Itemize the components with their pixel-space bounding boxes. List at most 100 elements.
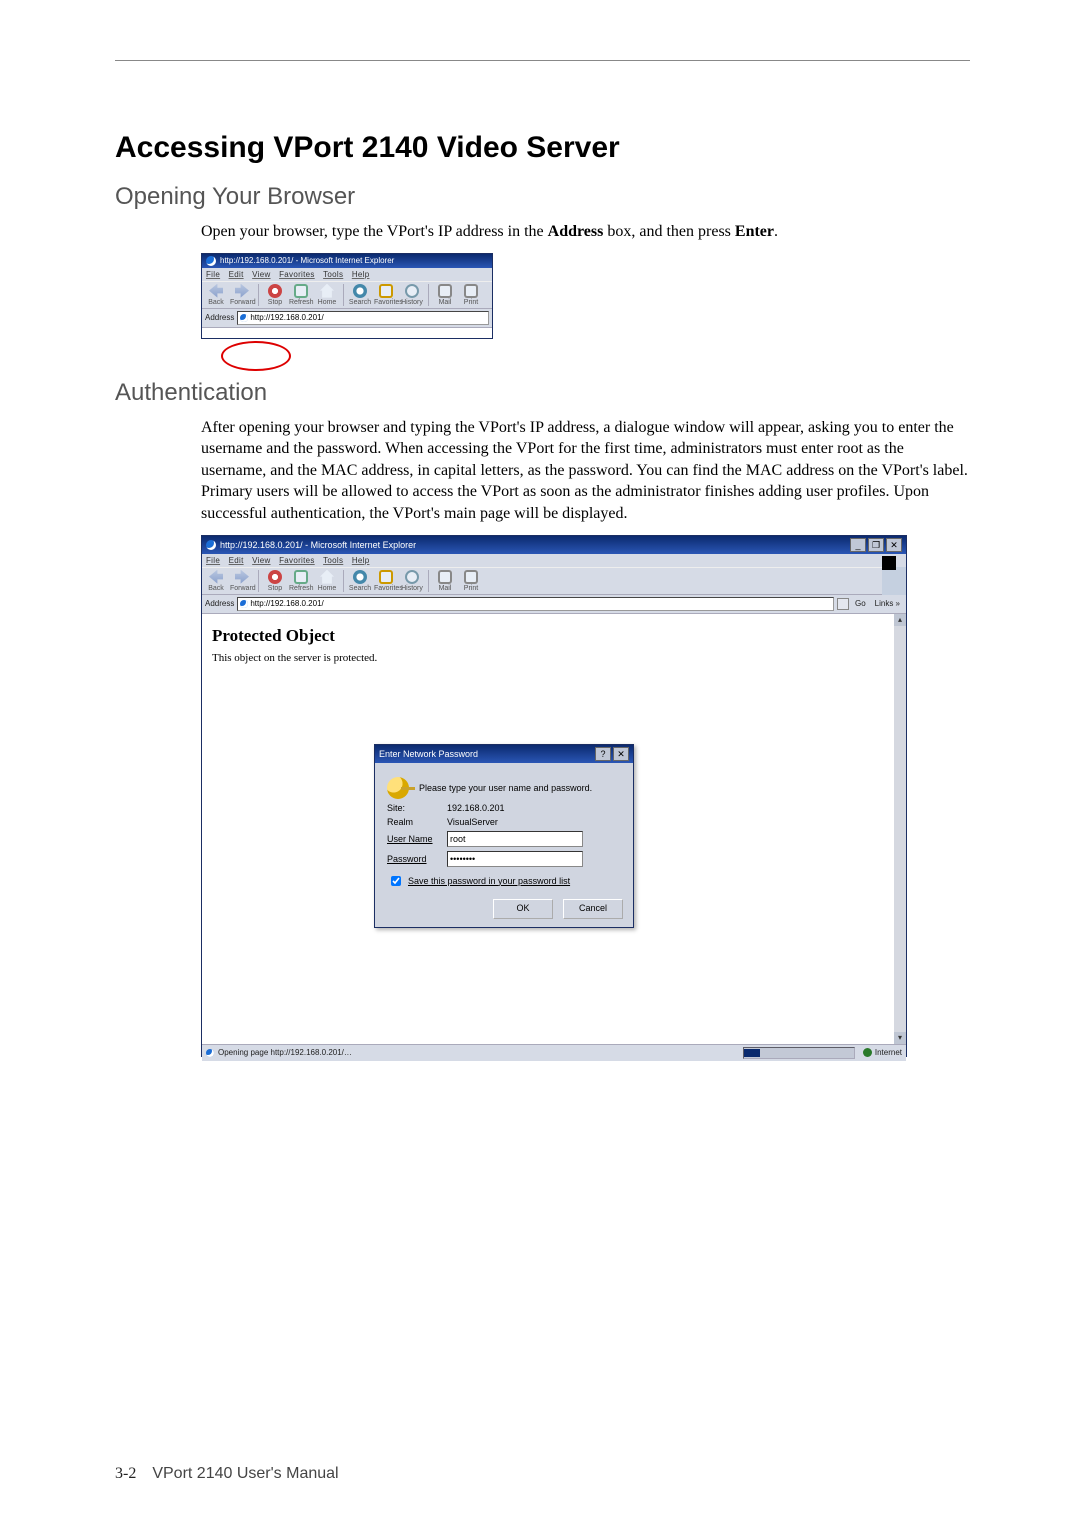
cancel-button[interactable]: Cancel — [563, 899, 623, 919]
dialog-help-button[interactable]: ? — [595, 747, 611, 761]
home-button[interactable]: Home — [315, 570, 339, 592]
history-button[interactable]: History — [400, 570, 424, 592]
zone-indicator: Internet — [863, 1048, 902, 1057]
print-button[interactable]: Print — [459, 284, 483, 306]
back-button[interactable]: Back — [204, 570, 228, 592]
toolbar-separator — [343, 570, 344, 592]
menu-edit[interactable]: Edit — [229, 270, 244, 279]
scroll-up-icon[interactable]: ▴ — [894, 614, 906, 626]
menu-favorites[interactable]: Favorites — [279, 270, 315, 279]
maximize-button[interactable]: ❐ — [868, 538, 884, 552]
history-icon — [405, 570, 419, 584]
ie-small-toolbar: Back Forward Stop Refresh Home Search Fa… — [202, 281, 492, 309]
top-rule — [115, 60, 970, 61]
opening-text-pre: Open your browser, type the VPort's IP a… — [201, 223, 548, 240]
back-button[interactable]: Back — [204, 284, 228, 306]
window-buttons: _ ❐ ✕ — [850, 538, 902, 552]
menu-help[interactable]: Help — [352, 556, 370, 565]
minimize-button[interactable]: _ — [850, 538, 866, 552]
ok-button[interactable]: OK — [493, 899, 553, 919]
menu-tools[interactable]: Tools — [323, 270, 343, 279]
address-field[interactable]: http://192.168.0.201/ — [237, 311, 489, 325]
page-footer: 3-2 VPort 2140 User's Manual — [115, 1465, 339, 1483]
save-password-label[interactable]: Save this password in your password list — [408, 876, 570, 886]
ie-content-area: Protected Object This object on the serv… — [202, 613, 906, 1044]
stop-button[interactable]: Stop — [263, 570, 287, 592]
menu-edit[interactable]: Edit — [229, 556, 244, 565]
mail-button[interactable]: Mail — [433, 284, 457, 306]
password-dialog: Enter Network Password ? ✕ Please type y… — [374, 744, 634, 928]
address-field[interactable]: http://192.168.0.201/ — [237, 597, 834, 611]
menu-file[interactable]: File — [206, 556, 220, 565]
search-button[interactable]: Search — [348, 284, 372, 306]
stop-icon — [268, 284, 282, 298]
close-button[interactable]: ✕ — [886, 538, 902, 552]
home-icon — [320, 570, 334, 584]
mail-button[interactable]: Mail — [433, 570, 457, 592]
ie-statusbar: Opening page http://192.168.0.201/… Inte… — [202, 1044, 906, 1061]
ie-logo-icon — [206, 256, 216, 266]
search-button[interactable]: Search — [348, 570, 372, 592]
refresh-icon — [294, 570, 308, 584]
username-input[interactable] — [447, 831, 583, 847]
menu-view[interactable]: View — [252, 270, 270, 279]
refresh-button[interactable]: Refresh — [289, 570, 313, 592]
ie-large-menubar: File Edit View Favorites Tools Help — [202, 554, 906, 567]
ie-page-icon — [240, 314, 248, 322]
print-button[interactable]: Print — [459, 570, 483, 592]
realm-label: Realm — [387, 817, 441, 827]
dialog-titlebar: Enter Network Password ? ✕ — [375, 745, 633, 763]
menu-file[interactable]: File — [206, 270, 220, 279]
address-label: Address — [205, 599, 234, 608]
back-arrow-icon — [209, 570, 223, 584]
menu-help[interactable]: Help — [352, 270, 370, 279]
auth-paragraph: After opening your browser and typing th… — [201, 417, 970, 525]
forward-button[interactable]: Forward — [230, 570, 254, 592]
address-dropdown-icon[interactable] — [837, 598, 849, 610]
favorites-button[interactable]: Favorites — [374, 284, 398, 306]
refresh-icon — [294, 284, 308, 298]
menu-view[interactable]: View — [252, 556, 270, 565]
ie-page-icon — [206, 1049, 214, 1057]
save-password-checkbox[interactable] — [391, 876, 401, 886]
realm-value: VisualServer — [447, 817, 498, 827]
ie-logo-icon — [206, 540, 216, 550]
go-button[interactable]: Go — [852, 599, 869, 608]
ie-large-toolbar: Back Forward Stop Refresh Home Search Fa… — [202, 567, 882, 595]
section-opening-heading: Opening Your Browser — [115, 183, 970, 211]
scrollbar[interactable]: ▴ ▾ — [894, 614, 906, 1044]
ie-large-titlebar: http://192.168.0.201/ - Microsoft Intern… — [202, 536, 906, 554]
dialog-title: Enter Network Password — [379, 749, 478, 759]
password-input[interactable] — [447, 851, 583, 867]
stop-icon — [268, 570, 282, 584]
home-button[interactable]: Home — [315, 284, 339, 306]
opening-text-mid: box, and then press — [603, 223, 735, 240]
refresh-button[interactable]: Refresh — [289, 284, 313, 306]
home-icon — [320, 284, 334, 298]
history-button[interactable]: History — [400, 284, 424, 306]
toolbar-separator — [258, 284, 259, 306]
stop-button[interactable]: Stop — [263, 284, 287, 306]
dialog-body: Please type your user name and password.… — [375, 763, 633, 927]
forward-arrow-icon — [235, 284, 249, 298]
annotation-circle — [221, 341, 291, 371]
ie-page-icon — [240, 600, 248, 608]
forward-button[interactable]: Forward — [230, 284, 254, 306]
favorites-button[interactable]: Favorites — [374, 570, 398, 592]
doc-title: VPort 2140 User's Manual — [152, 1465, 338, 1482]
ie-small-addressbar: Address http://192.168.0.201/ — [202, 309, 492, 327]
ie-small-window: http://192.168.0.201/ - Microsoft Intern… — [201, 253, 493, 339]
print-icon — [464, 284, 478, 298]
page-number: 3-2 — [115, 1465, 136, 1482]
menu-tools[interactable]: Tools — [323, 556, 343, 565]
menu-favorites[interactable]: Favorites — [279, 556, 315, 565]
favorites-icon — [379, 570, 393, 584]
toolbar-separator — [428, 570, 429, 592]
links-button[interactable]: Links » — [872, 599, 903, 608]
mail-icon — [438, 570, 452, 584]
dialog-close-button[interactable]: ✕ — [613, 747, 629, 761]
site-value: 192.168.0.201 — [447, 803, 505, 813]
scroll-down-icon[interactable]: ▾ — [894, 1032, 906, 1044]
toolbar-separator — [428, 284, 429, 306]
ie-large-window: http://192.168.0.201/ - Microsoft Intern… — [201, 535, 907, 1057]
